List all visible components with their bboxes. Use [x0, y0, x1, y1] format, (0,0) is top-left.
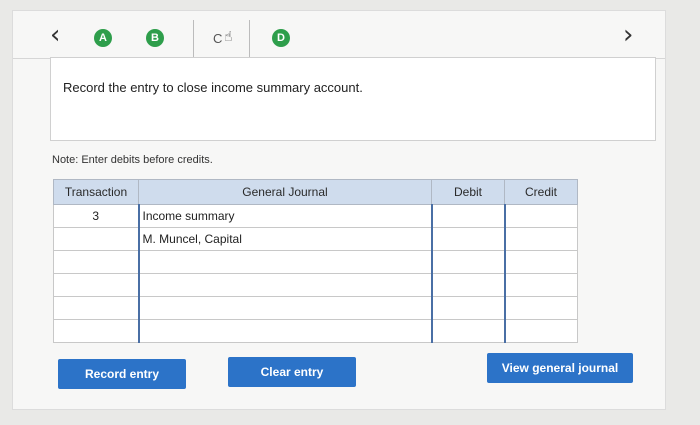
credit-input[interactable]: [503, 273, 578, 297]
credit-input[interactable]: [503, 250, 578, 274]
transaction-cell: [53, 296, 139, 320]
table-row: M. Muncel, Capital: [53, 227, 578, 251]
instruction-text: Record the entry to close income summary…: [63, 80, 363, 95]
debit-input[interactable]: [430, 250, 505, 274]
header-debit: Debit: [431, 179, 505, 205]
tab-c-label: C: [213, 31, 223, 46]
header-transaction: Transaction: [53, 179, 139, 205]
debit-input[interactable]: [430, 273, 505, 297]
pointer-hand-icon: ☝: [224, 29, 233, 45]
note-text: Note: Enter debits before credits.: [52, 154, 213, 166]
transaction-cell: [53, 227, 139, 251]
prev-chevron-icon[interactable]: ‹: [50, 22, 60, 48]
clear-entry-button[interactable]: Clear entry: [228, 357, 356, 387]
table-row: [53, 250, 578, 274]
debit-input[interactable]: [430, 204, 505, 228]
account-input[interactable]: [137, 296, 432, 320]
table-row: [53, 296, 578, 320]
table-row: 3 Income summary: [53, 204, 578, 228]
account-input[interactable]: [137, 250, 432, 274]
transaction-cell: [53, 273, 139, 297]
tab-b[interactable]: B: [146, 29, 164, 47]
debit-input[interactable]: [430, 227, 505, 251]
header-credit: Credit: [504, 179, 578, 205]
table-row: [53, 273, 578, 297]
general-journal-table: Transaction General Journal Debit Credit…: [53, 179, 578, 343]
transaction-cell: [53, 250, 139, 274]
instruction-box: Record the entry to close income summary…: [50, 57, 656, 141]
credit-input[interactable]: [503, 204, 578, 228]
view-general-journal-button[interactable]: View general journal: [487, 353, 633, 383]
next-chevron-icon[interactable]: ›: [623, 22, 633, 48]
credit-input[interactable]: [503, 296, 578, 320]
debit-input[interactable]: [430, 319, 505, 343]
account-input[interactable]: M. Muncel, Capital: [137, 227, 432, 251]
account-input[interactable]: [137, 273, 432, 297]
credit-input[interactable]: [503, 319, 578, 343]
record-entry-button[interactable]: Record entry: [58, 359, 186, 389]
tab-a[interactable]: A: [94, 29, 112, 47]
account-input[interactable]: Income summary: [137, 204, 432, 228]
transaction-cell: 3: [53, 204, 139, 228]
header-general-journal: General Journal: [138, 179, 432, 205]
journal-header-row: Transaction General Journal Debit Credit: [53, 179, 578, 205]
credit-input[interactable]: [503, 227, 578, 251]
tab-d[interactable]: D: [272, 29, 290, 47]
debit-input[interactable]: [430, 296, 505, 320]
transaction-cell: [53, 319, 139, 343]
account-input[interactable]: [137, 319, 432, 343]
table-row: [53, 319, 578, 343]
